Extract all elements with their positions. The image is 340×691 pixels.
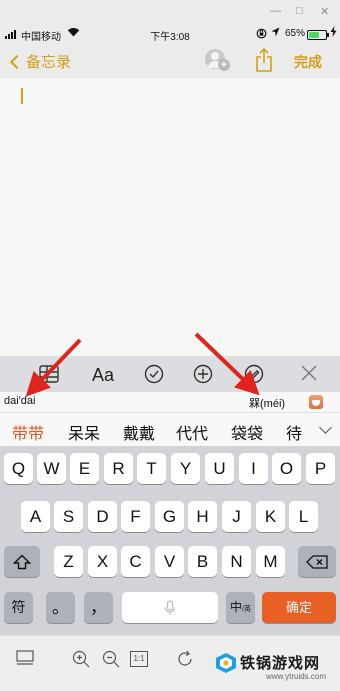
candidate-item[interactable]: 袋袋: [231, 420, 263, 444]
key-d[interactable]: D: [88, 501, 117, 532]
candidate-item[interactable]: 待: [286, 420, 302, 444]
pinyin-hint[interactable]: 槑(méi): [249, 395, 285, 411]
key-j[interactable]: J: [222, 501, 251, 532]
text-cursor: [21, 88, 23, 104]
layout-icon[interactable]: [16, 650, 34, 671]
zoom-out-icon[interactable]: [102, 650, 120, 673]
candidate-item[interactable]: 代代: [176, 420, 208, 444]
shift-key[interactable]: [4, 546, 40, 577]
key-b[interactable]: B: [188, 546, 217, 577]
key-t[interactable]: T: [137, 453, 166, 484]
key-v[interactable]: V: [155, 546, 184, 577]
maximize-button[interactable]: □: [296, 5, 303, 17]
sketch-icon[interactable]: [243, 363, 265, 385]
candidate-item[interactable]: 呆呆: [68, 420, 100, 444]
actual-size-button[interactable]: 1:1: [130, 651, 148, 667]
back-label: 备忘录: [26, 54, 72, 71]
key-i[interactable]: I: [239, 453, 268, 484]
charging-icon: [330, 26, 337, 40]
key-n[interactable]: N: [222, 546, 251, 577]
key-z[interactable]: Z: [54, 546, 83, 577]
keyboard-skin-icon[interactable]: [309, 395, 323, 409]
key-a[interactable]: A: [21, 501, 50, 532]
comma-key[interactable]: ，: [84, 592, 113, 623]
location-icon: [271, 27, 280, 40]
done-button[interactable]: 完成: [294, 52, 322, 72]
format-toolbar: Aa: [0, 356, 340, 392]
keyboard: Q W E R T Y U I O P A S D F G H J K L Z …: [0, 446, 340, 635]
note-editor[interactable]: [0, 78, 340, 356]
key-k[interactable]: K: [256, 501, 285, 532]
key-h[interactable]: H: [188, 501, 217, 532]
back-button[interactable]: 备忘录: [9, 51, 72, 72]
zoom-in-icon[interactable]: [72, 650, 90, 673]
key-w[interactable]: W: [37, 453, 66, 484]
battery-percent: 65%: [285, 28, 306, 39]
navigation-bar: 备忘录 + 完成: [0, 47, 340, 78]
text-style-button[interactable]: Aa: [92, 365, 114, 387]
key-f[interactable]: F: [121, 501, 150, 532]
key-o[interactable]: O: [272, 453, 301, 484]
rotate-icon[interactable]: [176, 650, 194, 673]
key-c[interactable]: C: [121, 546, 150, 577]
rotation-lock-icon: [256, 28, 267, 41]
language-key-sublabel: /英: [242, 606, 251, 613]
key-l[interactable]: L: [289, 501, 318, 532]
battery-icon: [307, 30, 329, 40]
language-key-label: 中: [230, 600, 243, 614]
watermark-title: 铁锅游戏网: [240, 655, 321, 672]
key-g[interactable]: G: [155, 501, 184, 532]
backspace-key[interactable]: [298, 546, 336, 577]
space-key[interactable]: [122, 592, 218, 623]
candidate-bar: 带带 呆呆 戴戴 代代 袋袋 待: [0, 412, 340, 446]
minimize-button[interactable]: —: [270, 5, 281, 17]
language-switch-key[interactable]: 中/英: [226, 592, 255, 623]
pinyin-composition: dai'dai: [4, 395, 36, 407]
key-s[interactable]: S: [54, 501, 83, 532]
watermark-url: www.ytruids.com: [266, 672, 327, 681]
key-y[interactable]: Y: [171, 453, 200, 484]
key-e[interactable]: E: [70, 453, 99, 484]
symbol-key[interactable]: 符: [4, 592, 33, 623]
pinyin-strip: dai'dai 槑(méi): [0, 392, 340, 412]
table-icon[interactable]: [38, 363, 60, 385]
share-icon[interactable]: [255, 47, 273, 72]
chevron-down-icon[interactable]: [312, 413, 340, 446]
watermark-logo: [215, 652, 237, 674]
close-window-button[interactable]: ✕: [320, 5, 329, 18]
key-p[interactable]: P: [306, 453, 335, 484]
add-people-icon[interactable]: +: [204, 49, 230, 73]
period-key[interactable]: 。: [46, 592, 75, 623]
key-m[interactable]: M: [256, 546, 285, 577]
chevron-left-icon: [9, 54, 25, 69]
checklist-icon[interactable]: [143, 363, 165, 385]
confirm-key[interactable]: 确定: [262, 592, 336, 623]
window-controls: — □ ✕: [250, 0, 340, 24]
key-x[interactable]: X: [88, 546, 117, 577]
add-icon[interactable]: [192, 363, 214, 385]
candidate-item[interactable]: 带带: [12, 420, 44, 444]
status-bar: 中国移动 下午3:08 65%: [0, 22, 340, 48]
key-r[interactable]: R: [104, 453, 133, 484]
key-q[interactable]: Q: [4, 453, 33, 484]
close-icon[interactable]: [299, 363, 319, 385]
candidate-item[interactable]: 戴戴: [123, 420, 155, 444]
key-u[interactable]: U: [205, 453, 234, 484]
